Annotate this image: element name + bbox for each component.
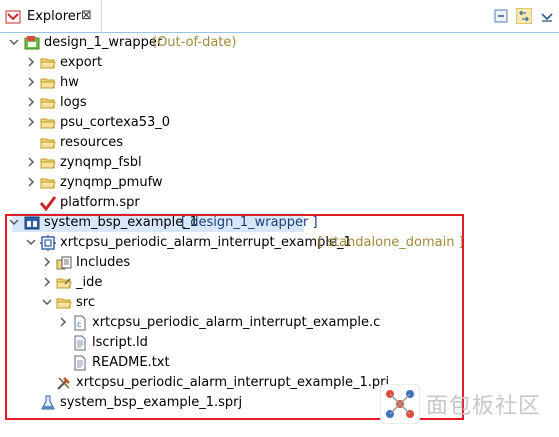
folder-icon (40, 178, 56, 189)
platform-decoration: [ design_1_wrapper ] (181, 215, 318, 230)
tree-item-label: README.txt (92, 355, 170, 370)
tree-item-label: xrtcpsu_periodic_alarm_interrupt_example… (76, 375, 390, 390)
tools-icon (57, 377, 70, 390)
tree-item-label: design_1_wrapper (44, 35, 163, 50)
tab-explorer[interactable]: Explorer ⊠ (0, 0, 102, 32)
chevron-right-icon[interactable] (26, 56, 36, 68)
chevron-down-icon[interactable] (9, 36, 19, 48)
tree-item-app-project[interactable]: xrtcpsu_periodic_alarm_interrupt_example… (0, 233, 559, 253)
collapse-all-icon[interactable] (493, 8, 509, 24)
tree-item-src[interactable]: src (0, 293, 559, 313)
folder-icon (40, 118, 56, 129)
tree-item-label: system_bsp_example_1 (44, 215, 199, 230)
chevron-right-icon[interactable] (26, 76, 36, 88)
chevron-down-icon[interactable] (9, 216, 19, 228)
includes-icon (56, 256, 72, 270)
system-project-icon (24, 216, 40, 230)
text-file-icon (74, 335, 86, 351)
chevron-right-icon[interactable] (26, 176, 36, 188)
tree-item-logs[interactable]: logs (0, 93, 559, 113)
application-project-icon (40, 235, 56, 251)
tree-item-label: _ide (76, 275, 103, 290)
platform-project-icon (24, 36, 40, 50)
text-file-icon (74, 355, 86, 371)
tree-item-label: hw (60, 75, 79, 90)
view-tab-bar: Explorer ⊠ (0, 0, 559, 33)
folder-icon (56, 278, 72, 289)
tree-item-label: zynqmp_pmufw (60, 175, 163, 190)
tree-item-lscript[interactable]: lscript.ld (0, 333, 559, 353)
tree-item-platform-spr[interactable]: platform.spr (0, 193, 559, 213)
tree-item-system-bsp-example-1[interactable]: system_bsp_example_1 [ design_1_wrapper … (0, 213, 559, 233)
chevron-down-icon[interactable] (26, 236, 36, 248)
domain-decoration: [ standalone_domain ] (318, 235, 464, 250)
folder-icon (40, 138, 56, 149)
tree-item-c-source[interactable]: c xrtcpsu_periodic_alarm_interrupt_examp… (0, 313, 559, 333)
explorer-icon (5, 9, 21, 28)
tree-item-label: resources (60, 135, 124, 150)
tab-label: Explorer (27, 9, 82, 24)
tree-item-label: xrtcpsu_periodic_alarm_interrupt_example… (60, 235, 352, 250)
tree-item-includes[interactable]: Includes (0, 253, 559, 273)
tree-item-hw[interactable]: hw (0, 73, 559, 93)
chevron-right-icon[interactable] (26, 96, 36, 108)
platform-file-icon (40, 196, 56, 211)
tree-item-resources[interactable]: resources (0, 133, 559, 153)
watermark-logo-icon (380, 384, 420, 424)
tree-item-label: src (76, 295, 95, 310)
chevron-right-icon[interactable] (58, 316, 68, 328)
folder-icon (40, 78, 56, 89)
chevron-right-icon[interactable] (42, 256, 52, 268)
tree-item-zynqmp-fsbl[interactable]: zynqmp_fsbl (0, 153, 559, 173)
tree-item-label: Includes (76, 255, 131, 270)
tree-item-label: psu_cortexa53_0 (60, 115, 171, 130)
tree-item-ide[interactable]: _ide (0, 273, 559, 293)
tree-item-label: logs (60, 95, 87, 110)
watermark-text: 面包板社区 (426, 394, 542, 419)
tree-item-design-1-wrapper[interactable]: design_1_wrapper (Out-of-date) (0, 33, 559, 53)
chevron-right-icon[interactable] (26, 116, 36, 128)
link-editor-icon[interactable] (515, 7, 533, 25)
out-of-date-decoration: (Out-of-date) (152, 35, 237, 50)
view-menu-icon[interactable] (539, 8, 555, 24)
flask-icon (41, 395, 55, 410)
tree-item-export[interactable]: export (0, 53, 559, 73)
chevron-right-icon[interactable] (26, 156, 36, 168)
svg-text:c: c (77, 320, 81, 329)
tree-item-label: platform.spr (60, 195, 140, 210)
tree-item-label: export (60, 55, 103, 70)
tree-item-label: xrtcpsu_periodic_alarm_interrupt_example… (92, 315, 381, 330)
tree-item-label: lscript.ld (92, 335, 148, 350)
tree-item-readme[interactable]: README.txt (0, 353, 559, 373)
watermark: 面包板社区 (380, 380, 559, 428)
tree-item-zynqmp-pmufw[interactable]: zynqmp_pmufw (0, 173, 559, 193)
chevron-down-icon[interactable] (42, 296, 52, 308)
c-file-icon: c (74, 315, 86, 331)
close-icon[interactable]: ⊠ (81, 8, 92, 23)
folder-icon (40, 158, 56, 169)
folder-icon (40, 98, 56, 109)
tree-item-label: system_bsp_example_1.sprj (60, 395, 243, 410)
chevron-right-icon[interactable] (42, 276, 52, 288)
folder-icon (40, 58, 56, 69)
source-folder-icon (56, 298, 72, 309)
tree-item-psu-cortexa53-0[interactable]: psu_cortexa53_0 (0, 113, 559, 133)
tree-item-label: zynqmp_fsbl (60, 155, 142, 170)
